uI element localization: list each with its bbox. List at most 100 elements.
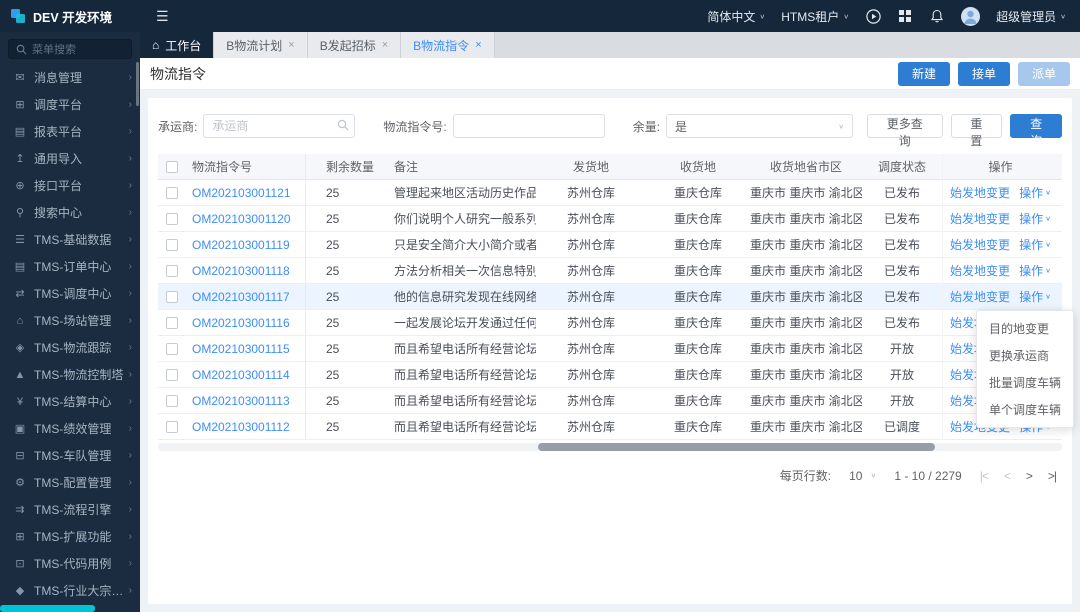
horizontal-scrollbar-thumb[interactable] xyxy=(538,443,936,451)
order-no-link[interactable]: OM202103001121 xyxy=(192,186,291,200)
order-no-link[interactable]: OM202103001115 xyxy=(192,342,290,356)
close-icon[interactable]: × xyxy=(475,39,481,51)
menu-item-单个调度车辆[interactable]: 单个调度车辆 xyxy=(977,396,1073,423)
remaining-select[interactable]: 是 ∨ xyxy=(666,114,853,138)
language-switcher[interactable]: 简体中文∨ xyxy=(707,8,765,25)
horizontal-scrollbar-track[interactable] xyxy=(158,443,1062,451)
row-checkbox[interactable] xyxy=(166,239,178,251)
rows-per-page-select[interactable]: 10 ∨ xyxy=(849,469,876,483)
tenant-switcher[interactable]: HTMS租户∨ xyxy=(781,8,849,25)
sidebar-item-搜索中心[interactable]: ⚲搜索中心› xyxy=(0,199,140,226)
menu-item-批量调度车辆[interactable]: 批量调度车辆 xyxy=(977,369,1073,396)
order-no-input[interactable] xyxy=(453,114,605,138)
chevron-right-icon: › xyxy=(129,369,132,380)
dispatch-button[interactable]: 派单 xyxy=(1018,62,1070,86)
tab-B发起招标[interactable]: B发起招标× xyxy=(308,32,401,58)
order-no-link[interactable]: OM202103001117 xyxy=(192,290,290,304)
sidebar-item-TMS-配置管理[interactable]: ⚙TMS-配置管理› xyxy=(0,469,140,496)
sidebar-item-接口平台[interactable]: ⊕接口平台› xyxy=(0,172,140,199)
tab-B物流指令[interactable]: B物流指令× xyxy=(401,32,494,58)
sidebar-item-TMS-扩展功能[interactable]: ⊞TMS-扩展功能› xyxy=(0,523,140,550)
carrier-input[interactable] xyxy=(203,114,355,138)
close-icon[interactable]: × xyxy=(382,39,388,51)
order-no-link[interactable]: OM202103001119 xyxy=(192,238,290,252)
sidebar-item-label: TMS-物流跟踪 xyxy=(34,339,111,356)
sidebar-item-TMS-车队管理[interactable]: ⊟TMS-车队管理› xyxy=(0,442,140,469)
row-checkbox[interactable] xyxy=(166,187,178,199)
origin-change-link[interactable]: 始发地变更 xyxy=(950,206,1010,232)
order-no-link[interactable]: OM202103001114 xyxy=(192,368,290,382)
row-checkbox[interactable] xyxy=(166,343,178,355)
sidebar-item-TMS-绩效管理[interactable]: ▣TMS-绩效管理› xyxy=(0,415,140,442)
row-checkbox-cell xyxy=(158,414,186,440)
order-no-cell: OM202103001120 xyxy=(186,206,306,232)
prev-page-icon[interactable]: < xyxy=(1004,469,1010,483)
more-search-button[interactable]: 更多查询 xyxy=(867,114,942,138)
play-icon[interactable] xyxy=(865,8,881,24)
search-button[interactable]: 查询 xyxy=(1010,114,1062,138)
order-no-cell: OM202103001121 xyxy=(186,180,306,206)
row-checkbox[interactable] xyxy=(166,213,178,225)
create-button[interactable]: 新建 xyxy=(898,62,950,86)
row-action-dropdown-trigger[interactable]: 操作∨ xyxy=(1019,180,1051,206)
accept-order-button[interactable]: 接单 xyxy=(958,62,1010,86)
fixed-column-divider xyxy=(306,414,316,440)
next-page-icon[interactable]: > xyxy=(1026,469,1032,483)
sidebar-item-TMS-流程引擎[interactable]: ⇉TMS-流程引擎› xyxy=(0,496,140,523)
sidebar-horizontal-scrollbar[interactable] xyxy=(0,605,95,612)
order-no-link[interactable]: OM202103001112 xyxy=(192,420,290,434)
sidebar-item-TMS-订单中心[interactable]: ▤TMS-订单中心› xyxy=(0,253,140,280)
last-page-icon[interactable]: >| xyxy=(1048,469,1056,483)
row-checkbox[interactable] xyxy=(166,265,178,277)
first-page-icon[interactable]: |< xyxy=(980,469,988,483)
menu-item-目的地变更[interactable]: 目的地变更 xyxy=(977,315,1073,342)
row-action-dropdown-trigger[interactable]: 操作∨ xyxy=(1019,258,1051,284)
close-icon[interactable]: × xyxy=(288,39,294,51)
destination-cell: 重庆仓库 xyxy=(646,258,750,284)
sidebar-item-调度平台[interactable]: ⊞调度平台› xyxy=(0,91,140,118)
remark-cell: 而且希望电话所有经营论坛... xyxy=(386,362,536,388)
user-avatar[interactable] xyxy=(961,7,980,26)
order-no-link[interactable]: OM202103001120 xyxy=(192,212,291,226)
row-action-dropdown-trigger[interactable]: 操作∨ xyxy=(1019,206,1051,232)
user-menu[interactable]: 超级管理员∨ xyxy=(996,8,1066,25)
menu-item-更换承运商[interactable]: 更换承运商 xyxy=(977,342,1073,369)
row-checkbox[interactable] xyxy=(166,421,178,433)
row-checkbox[interactable] xyxy=(166,395,178,407)
sidebar-item-TMS-物流跟踪[interactable]: ◈TMS-物流跟踪› xyxy=(0,334,140,361)
sidebar-item-TMS-物流控制塔[interactable]: ▲TMS-物流控制塔› xyxy=(0,361,140,388)
row-action-dropdown-trigger[interactable]: 操作∨ xyxy=(1019,284,1051,310)
sidebar-item-消息管理[interactable]: ✉消息管理› xyxy=(0,64,140,91)
bell-icon[interactable] xyxy=(929,8,945,24)
sidebar-item-TMS-场站管理[interactable]: ⌂TMS-场站管理› xyxy=(0,307,140,334)
tab-工作台[interactable]: ⌂工作台 xyxy=(140,32,214,58)
sidebar-item-TMS-基础数据[interactable]: ☰TMS-基础数据› xyxy=(0,226,140,253)
reset-button[interactable]: 重置 xyxy=(951,114,1003,138)
sidebar-item-TMS-调度中心[interactable]: ⇄TMS-调度中心› xyxy=(0,280,140,307)
select-all-checkbox[interactable] xyxy=(166,161,178,173)
menu-collapse-icon[interactable]: ☰ xyxy=(156,8,169,25)
origin-change-link[interactable]: 始发地变更 xyxy=(950,284,1010,310)
order-no-link[interactable]: OM202103001118 xyxy=(192,264,290,278)
sidebar-item-TMS-代码用例[interactable]: ⊡TMS-代码用例› xyxy=(0,550,140,577)
origin-change-link[interactable]: 始发地变更 xyxy=(950,180,1010,206)
tab-B物流计划[interactable]: B物流计划× xyxy=(214,32,307,58)
row-action-dropdown-trigger[interactable]: 操作∨ xyxy=(1019,232,1051,258)
sidebar-item-TMS-结算中心[interactable]: ¥TMS-结算中心› xyxy=(0,388,140,415)
row-checkbox[interactable] xyxy=(166,317,178,329)
origin-change-link[interactable]: 始发地变更 xyxy=(950,258,1010,284)
sidebar-item-通用导入[interactable]: ↥通用导入› xyxy=(0,145,140,172)
sidebar-item-TMS-行业大宗物流[interactable]: ◆TMS-行业大宗物流› xyxy=(0,577,140,604)
sidebar-item-报表平台[interactable]: ▤报表平台› xyxy=(0,118,140,145)
origin-change-link[interactable]: 始发地变更 xyxy=(950,232,1010,258)
row-checkbox[interactable] xyxy=(166,369,178,381)
order-no-link[interactable]: OM202103001116 xyxy=(192,316,290,330)
sidebar-item-label: 搜索中心 xyxy=(34,204,82,221)
top-bar: DEV 开发环境 ☰ 简体中文∨ HTMS租户∨ 超级管理员∨ xyxy=(0,0,1080,32)
search-icon[interactable] xyxy=(337,119,349,134)
row-checkbox[interactable] xyxy=(166,291,178,303)
order-no-link[interactable]: OM202103001113 xyxy=(192,394,290,408)
menu-search-input[interactable]: 菜单搜索 xyxy=(8,39,132,59)
apps-grid-icon[interactable] xyxy=(897,8,913,24)
sidebar-vertical-scrollbar[interactable] xyxy=(136,62,139,106)
